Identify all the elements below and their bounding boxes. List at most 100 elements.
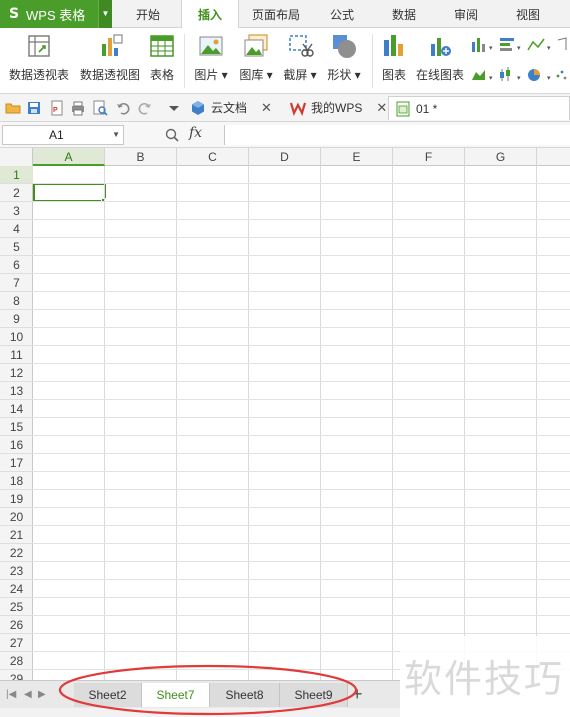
area-chart-icon: ▾ [472, 70, 493, 82]
chart-button[interactable]: 图表 [378, 32, 410, 83]
row-header-24[interactable]: 24 [0, 580, 33, 598]
formula-input[interactable] [224, 125, 570, 145]
row-header-3[interactable]: 3 [0, 202, 33, 220]
chevron-down-icon[interactable]: ▼ [98, 0, 112, 28]
tab-view[interactable]: 视图 [504, 0, 552, 28]
cloud-doc-icon [192, 101, 204, 115]
next-sheet-icon[interactable]: ▶ [38, 689, 46, 700]
prev-sheet-icon[interactable]: ◀ [24, 689, 32, 700]
cell-area[interactable] [33, 166, 570, 680]
chart-label: 图表 [381, 68, 406, 82]
tab-formula[interactable]: 公式 [318, 0, 366, 28]
row-header-16[interactable]: 16 [0, 436, 33, 454]
grid-row-line [33, 327, 570, 328]
close-icon[interactable]: ✕ [376, 96, 387, 120]
tab-home[interactable]: 开始 [120, 0, 176, 28]
app-menu-button[interactable]: S WPS 表格 ▼ [0, 0, 112, 28]
open-folder-icon[interactable] [5, 100, 21, 116]
column-header-a[interactable]: A [33, 148, 105, 166]
screenshot-label: 截屏 ▾ [283, 68, 317, 82]
row-header-1[interactable]: 1 [0, 166, 33, 184]
table-button[interactable]: 表格 [146, 32, 178, 83]
row-header-12[interactable]: 12 [0, 364, 33, 382]
row-header-10[interactable]: 10 [0, 328, 33, 346]
pivot-chart-button[interactable]: 数据透视图 [78, 32, 142, 83]
screenshot-button[interactable]: 截屏 ▾ [280, 32, 320, 83]
chart-type-gallery[interactable]: ▾ ▾ ▾ ▾ ▾ ▾ [470, 36, 570, 86]
row-header-7[interactable]: 7 [0, 274, 33, 292]
close-icon[interactable]: ✕ [261, 96, 272, 120]
sheet-tab[interactable]: Sheet9 [280, 683, 348, 707]
column-header-c[interactable]: C [177, 148, 249, 166]
pivot-table-label: 数据透视表 [8, 68, 69, 82]
select-all-corner[interactable] [0, 148, 33, 166]
column-header-g[interactable]: G [465, 148, 537, 166]
row-header-9[interactable]: 9 [0, 310, 33, 328]
row-header-15[interactable]: 15 [0, 418, 33, 436]
row-header-11[interactable]: 11 [0, 346, 33, 364]
row-header-17[interactable]: 17 [0, 454, 33, 472]
row-header-26[interactable]: 26 [0, 616, 33, 634]
sheet-tab[interactable]: Sheet8 [210, 683, 280, 707]
row-header-19[interactable]: 19 [0, 490, 33, 508]
row-header-8[interactable]: 8 [0, 292, 33, 310]
grid-row-line [33, 201, 570, 202]
status-bar [0, 708, 400, 717]
row-header-4[interactable]: 4 [0, 220, 33, 238]
first-sheet-icon[interactable]: |◀ [6, 689, 16, 700]
column-header-b[interactable]: B [105, 148, 177, 166]
picture-button[interactable]: 图片 ▾ [192, 32, 230, 83]
pivot-table-icon [28, 35, 50, 57]
row-header-27[interactable]: 27 [0, 634, 33, 652]
print-icon[interactable] [70, 100, 86, 116]
print-preview-icon[interactable] [92, 100, 108, 116]
row-header-22[interactable]: 22 [0, 544, 33, 562]
row-header-14[interactable]: 14 [0, 400, 33, 418]
row-header-21[interactable]: 21 [0, 526, 33, 544]
redo-icon[interactable] [137, 100, 153, 116]
tab-review[interactable]: 审阅 [442, 0, 490, 28]
doc-tab-current[interactable]: 01 * [388, 96, 570, 120]
save-icon[interactable] [26, 100, 42, 116]
grid-row-line [33, 363, 570, 364]
row-header-5[interactable]: 5 [0, 238, 33, 256]
chevron-down-icon[interactable] [166, 100, 182, 116]
svg-text:▾: ▾ [489, 75, 493, 82]
doc-tab-mywps[interactable]: 我的WPS ✕ [290, 96, 387, 120]
search-icon[interactable] [164, 127, 180, 143]
column-header-d[interactable]: D [249, 148, 321, 166]
insert-function-button[interactable]: fx [189, 125, 202, 141]
export-pdf-icon[interactable]: P [49, 100, 65, 116]
grid-row-line [33, 435, 570, 436]
row-header-6[interactable]: 6 [0, 256, 33, 274]
shape-button[interactable]: 形状 ▾ [324, 32, 364, 83]
row-header-28[interactable]: 28 [0, 652, 33, 670]
column-header-e[interactable]: E [321, 148, 393, 166]
row-header-23[interactable]: 23 [0, 562, 33, 580]
grid-row-line [33, 417, 570, 418]
grid-row-line [33, 291, 570, 292]
name-box[interactable]: A1 ▼ [2, 125, 124, 145]
sheet-tab-active[interactable]: Sheet7 [142, 683, 210, 707]
gallery-button[interactable]: 图库 ▾ [236, 32, 276, 83]
watermark-text: 软件技巧 [404, 657, 565, 701]
row-header-2[interactable]: 2 [0, 184, 33, 202]
row-header-18[interactable]: 18 [0, 472, 33, 490]
tab-data[interactable]: 数据 [380, 0, 428, 28]
online-chart-button[interactable]: 在线图表 [414, 32, 466, 83]
pivot-table-button[interactable]: 数据透视表 [6, 32, 72, 83]
row-header-13[interactable]: 13 [0, 382, 33, 400]
tab-page-layout[interactable]: 页面布局 [246, 0, 306, 28]
watermark: 软件技巧 [400, 636, 570, 717]
active-cell[interactable] [33, 183, 106, 202]
tab-insert[interactable]: 插入 [181, 0, 239, 29]
row-header-20[interactable]: 20 [0, 508, 33, 526]
chevron-down-icon[interactable]: ▼ [112, 126, 120, 144]
add-sheet-button[interactable]: + [352, 683, 363, 705]
row-header-25[interactable]: 25 [0, 598, 33, 616]
doc-tab-cloud[interactable]: 云文档 ✕ [190, 96, 272, 120]
sheet-tab[interactable]: Sheet2 [74, 683, 142, 707]
column-header-f[interactable]: F [393, 148, 465, 166]
undo-icon[interactable] [115, 100, 131, 116]
row-header-29[interactable]: 29 [0, 670, 33, 680]
